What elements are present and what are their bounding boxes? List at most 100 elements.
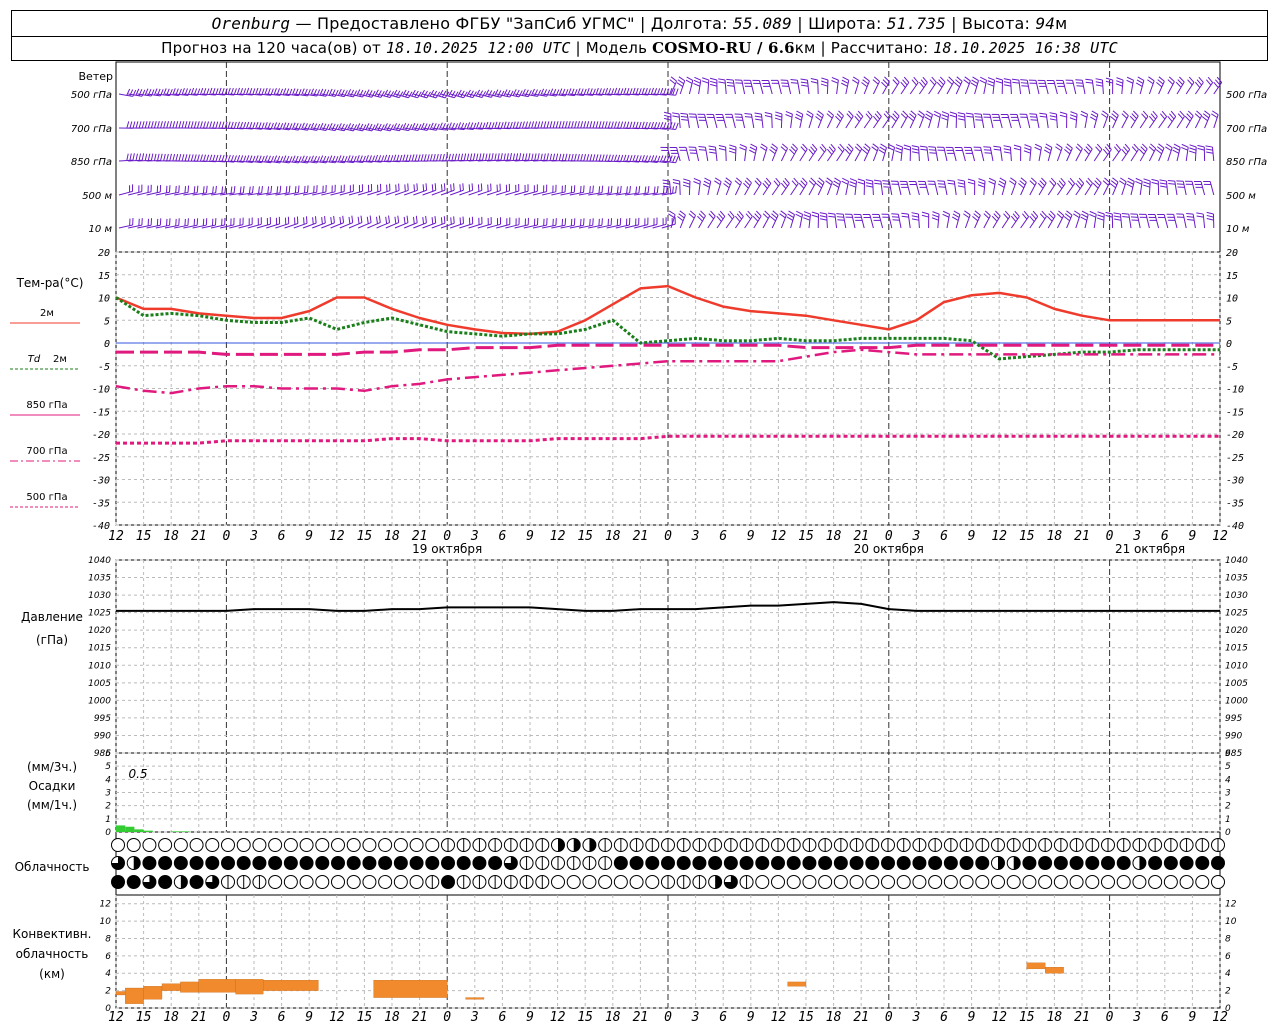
wind-barb-flag [488,153,491,161]
wind-barb-flag [469,153,473,161]
wind-barb-flag [901,215,909,218]
wind-barb-flag [942,213,950,218]
wind-barb-flag [1187,219,1195,221]
wind-barb-flag [1186,113,1193,119]
wind-barb-flag [1113,146,1120,153]
wind-barb-flag [725,177,732,183]
wind-barb-staff [983,215,991,229]
cloud-symbol-circle [331,838,345,852]
wind-barb-flag [1136,79,1144,84]
cloud-symbol-circle [346,838,361,852]
wind-barb [367,215,381,229]
wind-barb [394,122,413,132]
wind-barb-flag [846,146,852,153]
wind-barb-staff [869,214,874,229]
wind-barb-flag [175,121,179,129]
wind-barb [1172,143,1181,162]
wind-barb [1055,143,1063,162]
wind-barb-flag [1129,115,1136,122]
wind-barb-flag [1197,147,1205,151]
wind-barb-flag [941,117,949,121]
wind-barb-flag [710,80,718,84]
wind-barb [723,177,732,196]
wind-barb-flag [917,113,924,119]
cloud-cover-symbol [1101,838,1115,852]
x-tick-label: 18 [605,1010,621,1024]
wind-barb-flag [1003,213,1009,220]
wind-barb-staff [992,80,996,95]
wind-barb-flag [680,115,688,118]
x-tick-label: 12 [108,529,124,544]
cloud-cover-symbol [1022,856,1037,870]
cloud-symbol-fill [589,838,596,852]
wind-barb-flag [951,216,959,221]
wind-barb-flag [1058,210,1065,216]
wind-barb-flag [230,121,234,129]
wind-barb-staff [1148,180,1151,196]
wind-barb-flag [552,121,556,129]
wind-barb-flag [531,121,535,129]
wind-barb-flag [693,177,701,182]
wind-barb-flag [1012,81,1020,84]
wind-barb-staff [999,147,1003,162]
cloud-symbol-fill [818,856,832,870]
wind-barb-flag [1043,149,1051,154]
wind-barb-flag [604,154,608,162]
wind-barb-flag [912,151,920,154]
x-tick-label: 21 [853,1010,869,1024]
wind-barb [881,213,893,229]
wind-barb-flag [592,121,596,129]
wind-barb-flag [703,180,711,185]
wind-barb-flag [242,122,247,130]
wind-barb-flag [719,210,726,217]
wind-barb-flag [623,121,627,129]
x-tick-label: 15 [1019,529,1035,544]
wind-barb-flag [392,89,398,97]
wind-barb-staff [854,148,863,162]
wind-barb [852,76,860,95]
cloud-cover-symbol [1006,856,1021,870]
wind-barb-flag [601,185,604,193]
wind-barb-flag [801,84,809,87]
wind-barb [1109,177,1119,196]
wind-barb-flag [780,210,787,216]
cloud-cover-symbol [1195,856,1210,870]
wind-barb [1093,143,1103,162]
wind-barb [312,215,326,229]
cloud-symbol-fill [472,856,486,870]
wind-barb-flag [230,186,233,194]
wind-barb [1151,178,1160,196]
cloud-cover-symbol [378,838,393,852]
wind-barb-flag [865,113,871,120]
x-tick-label: 21 [1074,1010,1090,1024]
wind-barb-staff [834,214,838,229]
wind-barb-flag [1159,113,1166,120]
wind-barb-flag [1039,112,1047,115]
wind-barb-flag [199,154,203,162]
wind-barb-flag [1034,146,1042,151]
wind-barb-flag [782,180,789,187]
wind-barb [808,177,817,196]
wind-barb-flag [1142,110,1149,117]
cloud-symbol-fill [850,856,864,870]
wind-barb-flag [929,152,937,154]
cloud-cover-symbol [1101,875,1115,889]
wind-barb-flag [205,185,208,193]
conv-cloud-bar [235,979,264,995]
wind-barb [1085,78,1095,95]
wind-barb-flag [865,182,873,185]
wind-barb-flag [708,145,716,148]
wind-barb-flag [830,143,836,150]
wind-barb-flag [528,153,531,161]
wind-barb-flag [497,90,502,97]
wind-barb-flag [800,146,806,153]
wind-barb-flag [1126,183,1134,188]
wind-barb [118,88,137,97]
wind-barb-flag [503,89,508,96]
wind-barb-flag [907,116,914,122]
wind-barb-staff [934,147,939,162]
wind-barb [911,212,920,229]
wind-barb-flag [1076,143,1083,150]
pressure-ytick-left: 1030 [88,591,111,601]
wind-barb [1119,177,1127,196]
